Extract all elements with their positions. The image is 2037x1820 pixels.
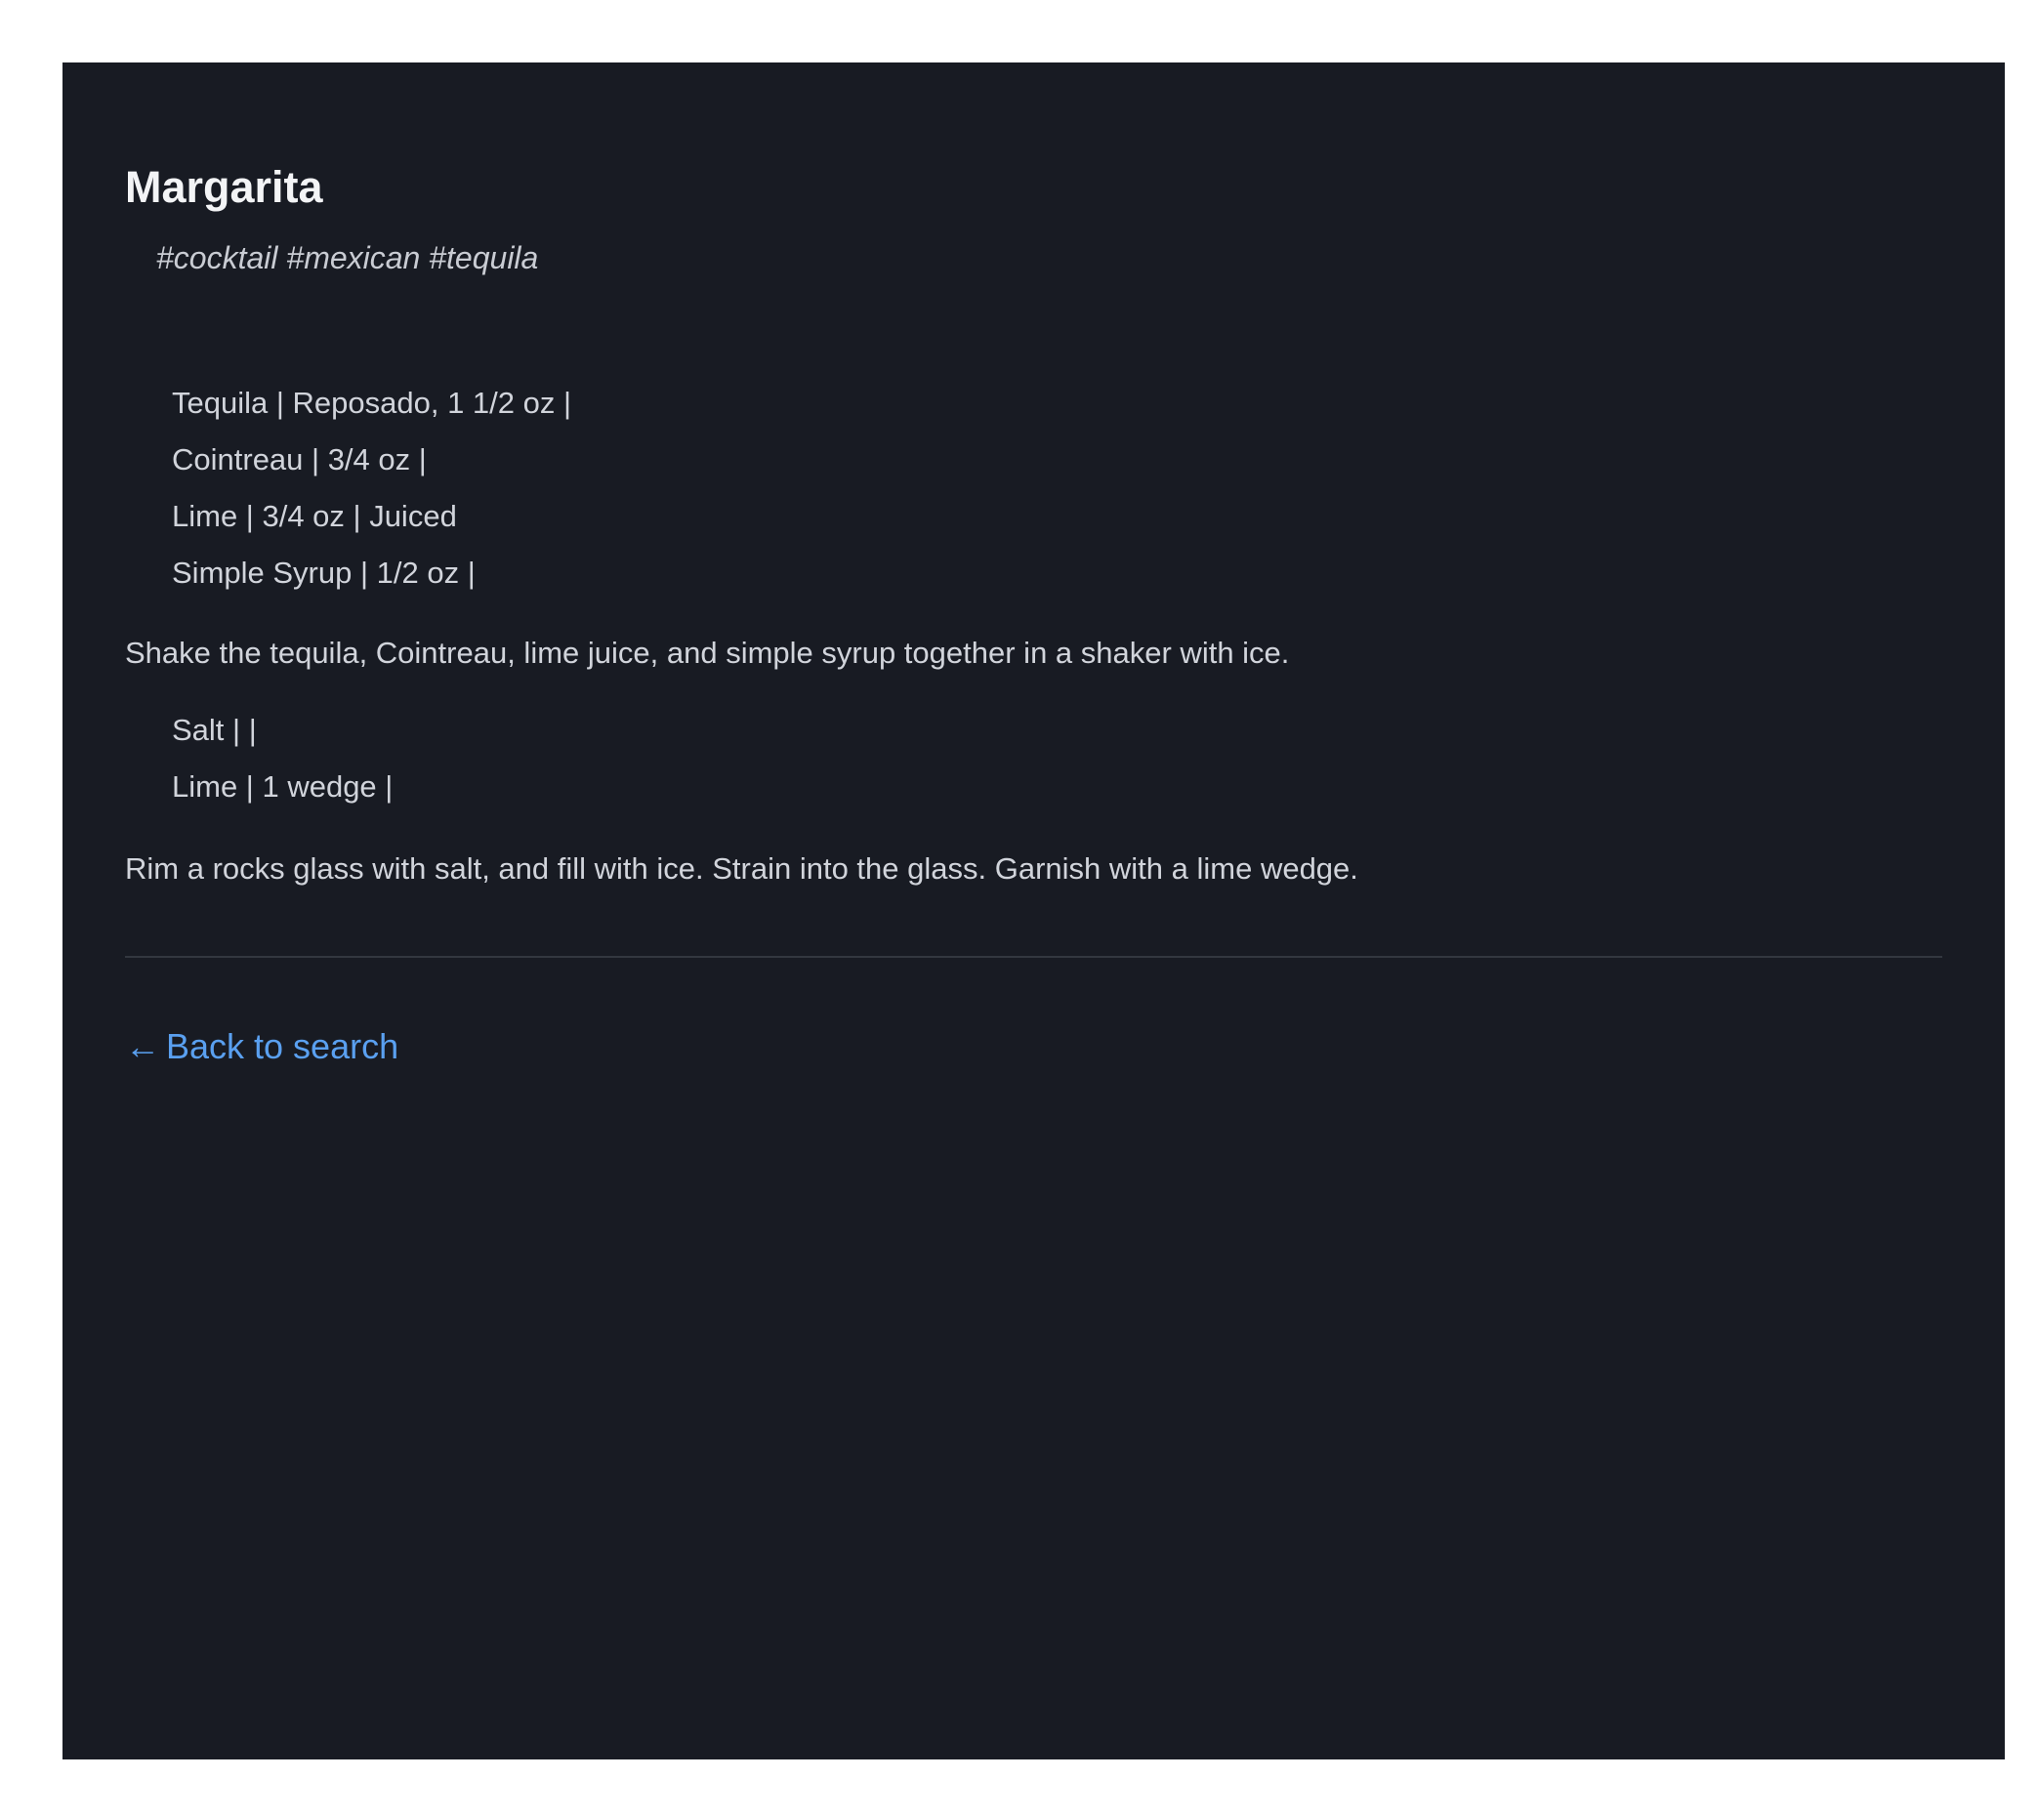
ingredient-list-primary: Tequila | Reposado, 1 1/2 oz | Cointreau… [172, 375, 571, 601]
left-arrow-icon: ← [125, 1026, 160, 1066]
ingredient-item: Cointreau | 3/4 oz | [172, 442, 427, 476]
ingredient-item: Lime | 3/4 oz | Juiced [172, 499, 457, 533]
recipe-tags: #cocktail #mexican #tequila [156, 240, 539, 275]
back-to-search-link[interactable]: ← Back to search [125, 1025, 398, 1068]
ingredient-item: Salt | | [172, 713, 257, 747]
recipe-title: Margarita [125, 162, 323, 212]
recipe-card: Margarita #cocktail #mexican #tequila Te… [62, 62, 2005, 1759]
instruction-step: Rim a rocks glass with salt, and fill wi… [125, 851, 1358, 886]
ingredient-item: Simple Syrup | 1/2 oz | [172, 556, 476, 590]
ingredient-list-garnish: Salt | | Lime | 1 wedge | [172, 702, 393, 815]
divider [125, 956, 1942, 958]
ingredient-item: Lime | 1 wedge | [172, 769, 394, 804]
ingredient-item: Tequila | Reposado, 1 1/2 oz | [172, 386, 572, 420]
back-link-label: Back to search [166, 1026, 399, 1066]
instruction-step: Shake the tequila, Cointreau, lime juice… [125, 636, 1290, 670]
